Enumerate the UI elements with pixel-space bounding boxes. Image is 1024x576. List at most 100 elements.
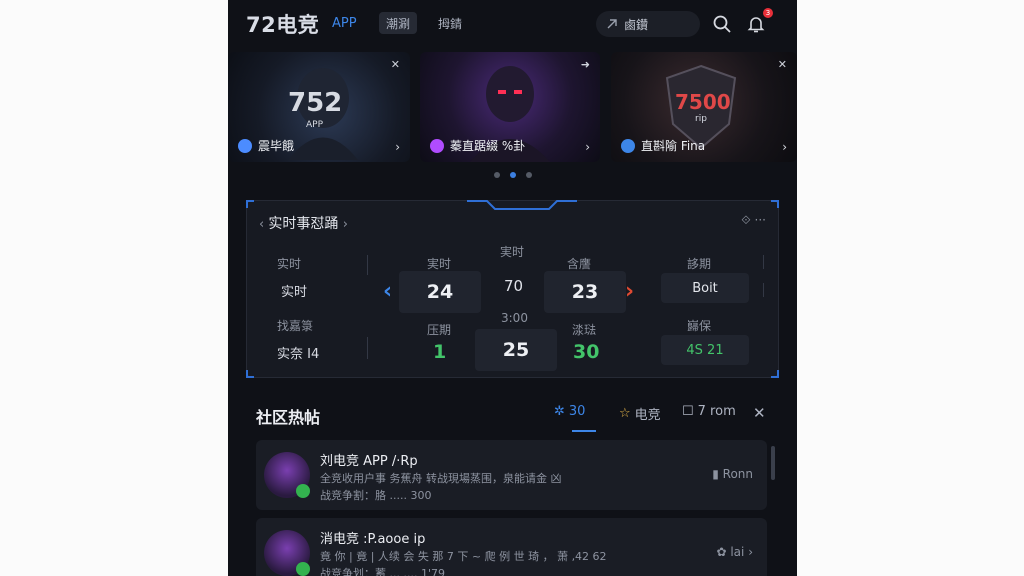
- team-logo-icon: [238, 138, 252, 153]
- top-bar: 72电竞 APP 潮涮 拇錆 鹵鑽 3: [228, 0, 797, 48]
- app-frame: 72电竞 APP 潮涮 拇錆 鹵鑽 3 752 APP ✕ 震毕餓 › ➜ 蓁直…: [228, 0, 797, 576]
- star-icon: ☆: [619, 406, 631, 421]
- post-side-action[interactable]: ▮ Ronn: [712, 467, 753, 481]
- search-input[interactable]: 鹵鑽: [596, 11, 700, 37]
- share-icon[interactable]: ✕: [778, 58, 787, 71]
- center-value: 70: [504, 277, 524, 295]
- banner-card-2[interactable]: ➜ 蓁直踞綴 %卦 ›: [420, 52, 600, 162]
- banner-title: 直斟隃 Fina: [641, 139, 706, 153]
- avatar[interactable]: [264, 452, 310, 498]
- scrollbar[interactable]: [771, 446, 775, 480]
- banner-sub-text: rip: [695, 114, 707, 124]
- left-label-2: 找嘉箓: [277, 319, 314, 333]
- chevron-right-icon[interactable]: ›: [585, 140, 590, 154]
- stat-label: 渁琺: [572, 323, 597, 337]
- tab-label: 电竞: [634, 408, 661, 423]
- online-status-icon: [296, 562, 310, 576]
- team-a-score: 24: [399, 271, 481, 313]
- community-tab-esports[interactable]: ☆ 电竞: [619, 404, 661, 423]
- carousel-indicator[interactable]: [494, 172, 532, 178]
- divider: [763, 283, 764, 297]
- post-meta: 战竞争划：蓄 ... .... 1'79: [320, 567, 445, 576]
- carousel-dot[interactable]: [494, 172, 500, 178]
- post-item[interactable]: 刘电竞 APP /·Rp 全竞收用户事 务蕉舟 转战現場蒸围，泉能请金 凶 战竞…: [256, 440, 767, 510]
- post-title[interactable]: 消电竞 :P.aooe ip: [320, 528, 425, 547]
- community-tab-edit[interactable]: ☐ 7 rom: [682, 404, 736, 419]
- corner-deco: [246, 200, 254, 208]
- avatar[interactable]: [264, 530, 310, 576]
- divider: [763, 255, 764, 269]
- banner-big-text: 7500: [675, 90, 731, 114]
- search-icon[interactable]: [712, 14, 732, 34]
- team-logo-icon: [430, 138, 444, 153]
- center-score: 25: [475, 329, 557, 371]
- left-value-2: 实奈 I4: [277, 347, 320, 362]
- period-label: 压期: [427, 323, 452, 337]
- tab-underline: [572, 430, 596, 432]
- banner-title: 蓁直踞綴 %卦: [450, 139, 526, 153]
- tab-label: 7 rom: [697, 404, 736, 419]
- period-value: 1: [433, 341, 447, 363]
- post-excerpt: 全竞收用户事 务蕉舟 转战現場蒸围，泉能请金 凶: [320, 472, 562, 485]
- arrow-left-icon[interactable]: ‹: [383, 279, 392, 304]
- banner-carousel[interactable]: 752 APP ✕ 震毕餓 › ➜ 蓁直踞綴 %卦 › 7500 rip ✕ 直…: [228, 52, 797, 162]
- arrow-right-icon[interactable]: ›: [625, 279, 634, 304]
- post-item[interactable]: 消电竞 :P.aooe ip 竟 你 | 竟 | 人续 会 失 那 7 下 ~ …: [256, 518, 767, 576]
- chevron-right-icon[interactable]: ›: [782, 140, 787, 154]
- center-top-label: 実时: [500, 245, 525, 259]
- community-title: 社区热帖: [256, 408, 321, 427]
- live-score-panel: ‹ 实时事怼踊 › ⟐ ··· 实时 实时 找嘉箓 实奈 I4 実时 ‹ 実时 …: [246, 200, 779, 378]
- divider: [367, 337, 368, 359]
- banner-card-1[interactable]: 752 APP ✕ 震毕餓 ›: [228, 52, 410, 162]
- notification-badge: 3: [763, 8, 773, 18]
- fire-icon: ✲: [554, 404, 565, 419]
- comment-icon: ▮: [712, 467, 723, 481]
- carousel-dot-active[interactable]: [510, 172, 516, 178]
- banner-label: 蓁直踞綴 %卦: [430, 137, 525, 154]
- banner-card-3[interactable]: 7500 rip ✕ 直斟隃 Fina ›: [611, 52, 797, 162]
- more-options-icon[interactable]: ⟐ ···: [741, 213, 766, 228]
- time-label: 3:00: [501, 311, 528, 325]
- close-icon[interactable]: ✕: [753, 404, 766, 422]
- post-meta: 战竞争割：胳 ..... 300: [320, 489, 432, 502]
- corner-deco: [246, 370, 254, 378]
- team-a-label: 実时: [427, 257, 452, 271]
- nav-tab-2[interactable]: 拇錆: [431, 12, 469, 34]
- banner-title: 震毕餓: [258, 139, 295, 153]
- search-icon: [607, 19, 617, 29]
- panel-title[interactable]: ‹ 实时事怼踊 ›: [259, 213, 348, 233]
- post-excerpt: 竟 你 | 竟 | 人续 会 失 那 7 下 ~ 爬 例 世 琦 ， 萧 ,42…: [320, 550, 607, 563]
- bell-icon[interactable]: [746, 14, 766, 34]
- chevron-right-icon[interactable]: ›: [395, 140, 400, 154]
- left-value-1: 实时: [281, 285, 308, 300]
- carousel-dot[interactable]: [526, 172, 532, 178]
- edit-icon: ☐: [682, 404, 694, 419]
- banner-label: 直斟隃 Fina: [621, 137, 705, 154]
- left-label-1: 实时: [277, 257, 302, 271]
- share-icon[interactable]: ➜: [581, 58, 590, 71]
- team-b-label: 含譍: [567, 257, 592, 271]
- stat-value: 30: [573, 341, 600, 363]
- team-b-score: 23: [544, 271, 626, 313]
- search-placeholder: 鹵鑽: [624, 17, 649, 32]
- app-logo[interactable]: 72电竞: [246, 9, 319, 39]
- right-value-2: 4S 21: [661, 335, 749, 365]
- nav-app-link[interactable]: APP: [332, 16, 357, 31]
- right-label-1: 誃期: [687, 257, 712, 271]
- online-status-icon: [296, 484, 310, 498]
- nav-tab-1[interactable]: 潮涮: [379, 12, 418, 34]
- community-tab-hot[interactable]: ✲ 30: [554, 404, 585, 419]
- chevron-right-icon: ›: [748, 545, 753, 559]
- post-title[interactable]: 刘电竞 APP /·Rp: [320, 450, 418, 469]
- post-side-action[interactable]: ✿ lai ›: [716, 545, 753, 559]
- team-logo-icon: [621, 138, 635, 153]
- share-icon[interactable]: ✕: [391, 58, 400, 71]
- banner-big-text: 752: [288, 88, 343, 118]
- chevron-left-icon[interactable]: ‹: [259, 217, 268, 232]
- post-side-label: lai: [730, 545, 745, 559]
- panel-title-text: 实时事怼踊: [268, 216, 339, 232]
- corner-deco: [771, 200, 779, 208]
- chevron-right-icon[interactable]: ›: [343, 217, 348, 232]
- right-label-2: 巋保: [687, 319, 712, 333]
- gear-icon: ✿: [716, 545, 731, 559]
